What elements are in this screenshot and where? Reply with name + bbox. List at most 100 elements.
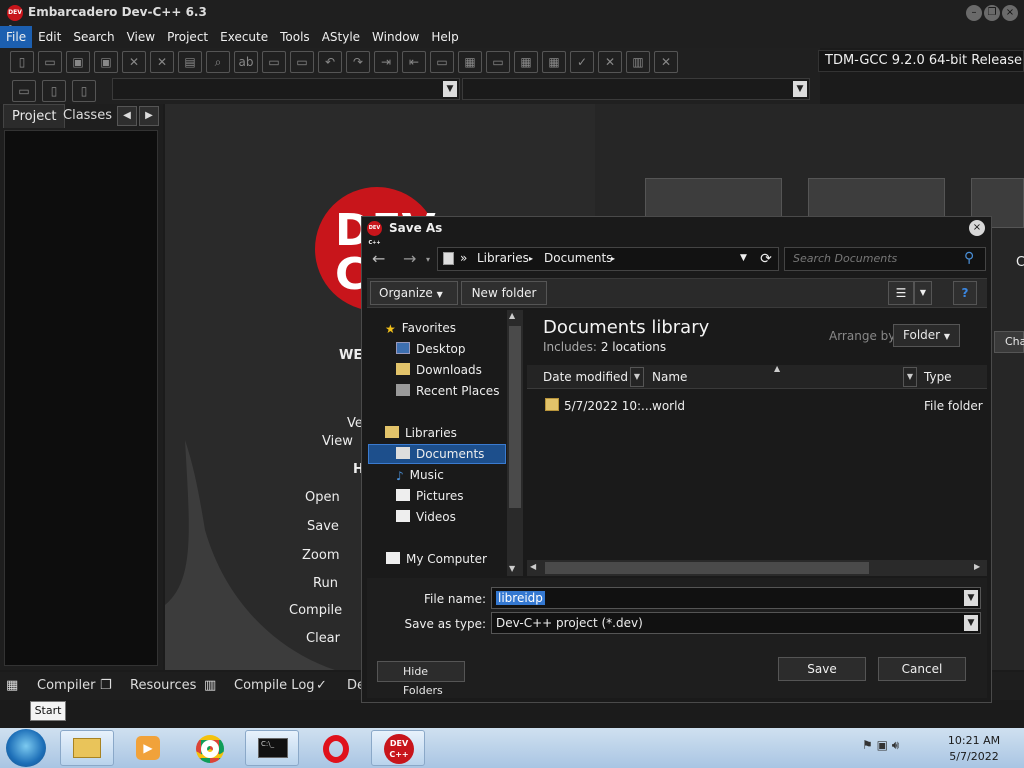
nav-pictures[interactable]: Pictures: [396, 486, 464, 506]
nav-my-computer[interactable]: My Computer: [386, 549, 487, 569]
view-dropdown-icon[interactable]: ▼: [914, 281, 932, 305]
insert-icon[interactable]: ▭: [12, 80, 36, 102]
tab-scroll-right-icon[interactable]: ▶: [139, 106, 159, 126]
toggle-bookmark-icon[interactable]: ▯: [42, 80, 66, 102]
bookmark-icon[interactable]: ▭: [290, 51, 314, 73]
cancel-button[interactable]: Cancel: [878, 657, 966, 681]
chevron-down-icon[interactable]: ▼: [964, 590, 978, 606]
compile-icon[interactable]: ▦: [458, 51, 482, 73]
close-all-icon[interactable]: ✕: [150, 51, 174, 73]
save-all-icon[interactable]: ▣: [94, 51, 118, 73]
column-type[interactable]: Type: [924, 370, 952, 384]
breadcrumb-documents[interactable]: Documents: [544, 251, 612, 265]
action-center-icon[interactable]: ⚑: [862, 738, 873, 752]
welcome-side-button[interactable]: Cha: [994, 331, 1024, 353]
console-taskbar-icon[interactable]: C:\_: [245, 730, 299, 766]
scroll-left-icon[interactable]: ◀: [530, 562, 536, 571]
menu-execute[interactable]: Execute: [214, 26, 274, 48]
project-tree[interactable]: [4, 130, 158, 666]
includes-link[interactable]: 2 locations: [601, 340, 666, 354]
recent-locations-icon[interactable]: ▾: [426, 255, 430, 264]
tab-scroll-left-icon[interactable]: ◀: [117, 106, 137, 126]
goto-bookmark-icon[interactable]: ▯: [72, 80, 96, 102]
open-folder-icon[interactable]: ▭: [38, 51, 62, 73]
organize-button[interactable]: Organize ▼: [370, 281, 458, 305]
nav-desktop[interactable]: Desktop: [396, 339, 466, 359]
menu-file[interactable]: File: [0, 26, 33, 48]
media-player-taskbar-icon[interactable]: ▶: [121, 730, 175, 766]
replace-icon[interactable]: ab: [234, 51, 258, 73]
unindent-icon[interactable]: ⇤: [402, 51, 426, 73]
print-icon[interactable]: ▤: [178, 51, 202, 73]
save-icon[interactable]: ▣: [66, 51, 90, 73]
undo-icon[interactable]: ↶: [318, 51, 342, 73]
tab-classes[interactable]: Classes: [55, 104, 120, 128]
arrange-by-dropdown[interactable]: Folder ▼: [893, 324, 960, 347]
view-options-icon[interactable]: ☰: [888, 281, 914, 305]
nav-music[interactable]: ♪ Music: [396, 465, 444, 485]
file-date[interactable]: 5/7/2022 10:...: [564, 399, 652, 413]
save-button[interactable]: Save: [778, 657, 866, 681]
refresh-icon[interactable]: ⟳: [757, 250, 775, 268]
delete-profile-icon[interactable]: ✕: [654, 51, 678, 73]
menu-astyle[interactable]: AStyle: [316, 26, 366, 48]
clock[interactable]: 10:21 AM 5/7/2022: [940, 733, 1008, 765]
dialog-close-button[interactable]: ×: [969, 220, 985, 236]
nav-documents[interactable]: Documents: [396, 444, 484, 464]
redo-icon[interactable]: ↷: [346, 51, 370, 73]
search-icon[interactable]: ⚲: [964, 250, 974, 266]
back-arrow-icon[interactable]: ←: [372, 249, 385, 268]
devcpp-taskbar-icon[interactable]: DEV C++: [371, 730, 425, 766]
function-combo[interactable]: ▼: [462, 78, 810, 100]
minimize-button[interactable]: –: [966, 5, 982, 21]
nav-scroll-thumb[interactable]: [509, 326, 521, 508]
scroll-down-icon[interactable]: ▼: [509, 564, 515, 573]
scroll-right-icon[interactable]: ▶: [974, 562, 980, 571]
check-icon[interactable]: ✓: [570, 51, 594, 73]
menu-edit[interactable]: Edit: [32, 26, 67, 48]
menu-project[interactable]: Project: [161, 26, 214, 48]
tab-compile-log[interactable]: Compile Log: [234, 676, 315, 696]
nav-favorites[interactable]: ★ Favorites: [385, 318, 456, 338]
tab-compiler[interactable]: Compiler: [37, 676, 96, 696]
menu-view[interactable]: View: [121, 26, 161, 48]
opera-taskbar-icon[interactable]: [309, 730, 363, 766]
volume-icon[interactable]: 🔊︎: [892, 738, 900, 752]
profile-icon[interactable]: ▥: [626, 51, 650, 73]
run-icon[interactable]: ▭: [486, 51, 510, 73]
class-combo[interactable]: ▼: [112, 78, 460, 100]
hscroll-thumb[interactable]: [545, 562, 869, 574]
column-filter-icon[interactable]: ▼: [903, 367, 917, 387]
rebuild-icon[interactable]: ▦: [542, 51, 566, 73]
network-icon[interactable]: ▣: [877, 738, 888, 752]
restore-button[interactable]: ❐: [984, 5, 1000, 21]
column-date-modified[interactable]: Date modified: [543, 370, 628, 384]
scroll-up-icon[interactable]: ▲: [509, 311, 515, 320]
compiler-select[interactable]: TDM-GCC 9.2.0 64-bit Release: [818, 50, 1024, 72]
menu-search[interactable]: Search: [67, 26, 120, 48]
save-type-select[interactable]: Dev-C++ project (*.dev) ▼: [491, 612, 981, 634]
chevron-right-icon[interactable]: ▸: [529, 254, 533, 263]
close-window-button[interactable]: ×: [1002, 5, 1018, 21]
goto-icon[interactable]: ▭: [262, 51, 286, 73]
menu-window[interactable]: Window: [366, 26, 425, 48]
file-type[interactable]: File folder: [924, 399, 983, 413]
file-name[interactable]: world: [652, 399, 685, 413]
close-file-icon[interactable]: ✕: [122, 51, 146, 73]
hide-folders-button[interactable]: Hide Folders: [377, 661, 465, 697]
start-button[interactable]: [6, 729, 46, 767]
address-dropdown-icon[interactable]: ▼: [740, 253, 747, 263]
forward-arrow-icon[interactable]: →: [403, 249, 416, 268]
find-icon[interactable]: ⌕: [206, 51, 230, 73]
explorer-taskbar-icon[interactable]: [60, 730, 114, 766]
stop-icon[interactable]: ✕: [598, 51, 622, 73]
breadcrumb-libraries[interactable]: Libraries: [477, 251, 529, 265]
menu-tools[interactable]: Tools: [274, 26, 316, 48]
search-input[interactable]: Search Documents: [784, 247, 986, 271]
column-name[interactable]: Name: [652, 370, 687, 384]
nav-recent-places[interactable]: Recent Places: [396, 381, 499, 401]
column-filter-icon[interactable]: ▼: [630, 367, 644, 387]
chevron-right-icon[interactable]: ▸: [611, 254, 615, 263]
tab-resources[interactable]: Resources: [130, 676, 196, 696]
nav-libraries[interactable]: Libraries: [385, 423, 457, 443]
